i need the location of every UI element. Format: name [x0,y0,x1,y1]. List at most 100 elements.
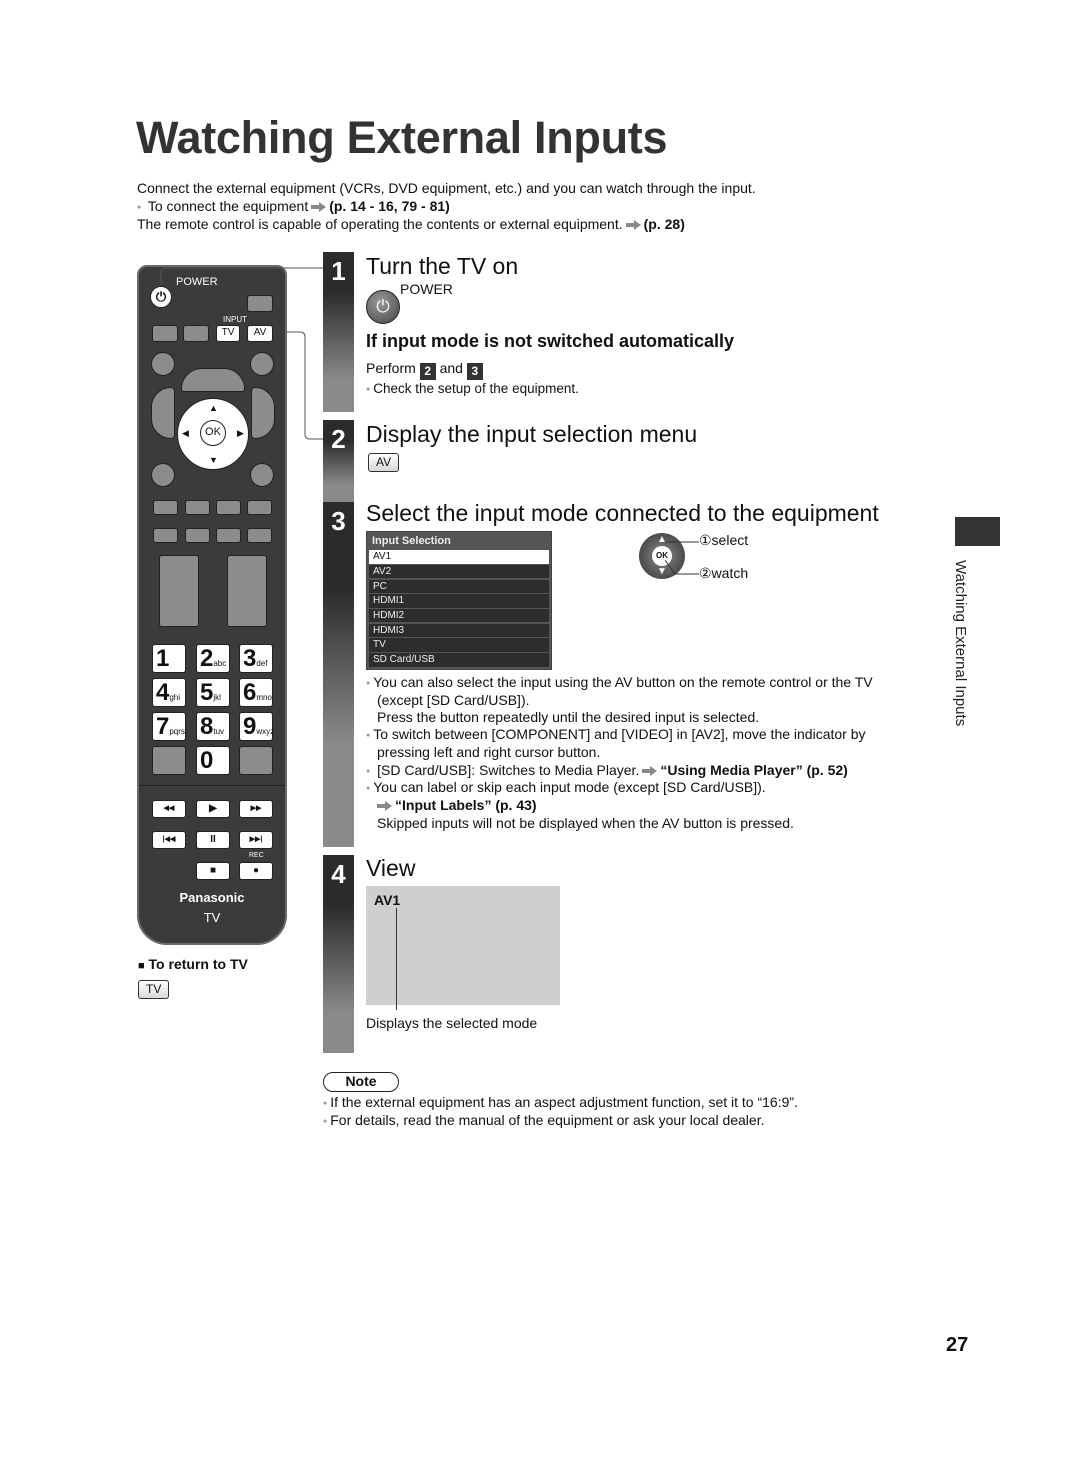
play-button[interactable]: ▶ [196,800,230,818]
step-ref-badge: 2 [419,363,436,380]
arrow-icon [642,766,657,776]
tv-key-icon: TV [138,980,170,999]
numpad-key-8[interactable]: 8tuv [196,712,230,741]
square-bullet-icon: ■ [138,960,145,972]
step-3-heading: Select the input mode connected to the e… [366,500,879,526]
page-number: 27 [946,1334,969,1356]
callout-select: ①select [699,532,749,548]
step-1-heading: Turn the TV on [366,253,519,279]
step-ref-badge: 3 [466,363,483,380]
menu-item-av1[interactable]: AV1 [369,550,549,564]
remote-button[interactable] [216,500,241,515]
view-caption: Displays the selected mode [366,1015,538,1031]
menu-item-hdmi3[interactable]: HDMI3 [369,623,549,638]
step-3-marker: 3 [323,502,354,847]
step-2-marker: 2 [323,420,354,502]
input-selection-menu: Input Selection AV1 AV2 PC HDMI1 HDMI2 H… [366,531,552,670]
stop-button[interactable]: ■ [196,862,230,880]
record-button[interactable]: ● [239,862,273,880]
arrow-icon [377,801,392,811]
callout-lines [160,267,325,440]
menu-title: Input Selection [372,535,451,547]
remote-button[interactable] [153,528,178,543]
note-item: If the external equipment has an aspect … [323,1094,798,1113]
down-arrow-icon[interactable]: ▼ [209,455,218,465]
skip-forward-button[interactable]: ▶▶| [239,831,273,849]
callout-watch: ②watch [699,565,749,581]
step-3-bullet: To switch between [COMPONENT] and [VIDEO… [366,726,865,745]
numpad-key-0[interactable]: 0 [196,746,230,775]
numpad-key-3[interactable]: 3def [239,644,273,673]
remote-button[interactable] [247,528,272,543]
section-tab-marker [955,517,1000,546]
remote-button[interactable] [216,528,241,543]
page-ref-link[interactable]: (p. 14 - 16, 79 - 81) [329,198,450,214]
callout-lines [665,541,699,575]
step-4-heading: View [366,855,416,881]
step-3-bullet: You can label or skip each input mode (e… [366,779,765,798]
av-key-icon: AV [368,453,400,472]
volume-rocker[interactable] [159,555,199,627]
remote-button[interactable] [152,746,186,775]
numpad-key-4[interactable]: 4ghi [152,678,186,707]
power-label: POWER [400,281,453,297]
perform-steps-text: Perform 2 and 3 [366,360,483,380]
remote-button[interactable] [239,746,273,775]
power-button-icon: ⏻ [366,290,400,324]
step-3-ref: “Input Labels” (p. 43) [374,797,537,815]
remote-round-button[interactable] [250,463,274,487]
numpad-key-9[interactable]: 9wxyz [239,712,274,741]
menu-item-av2[interactable]: AV2 [369,564,549,579]
menu-item-hdmi1[interactable]: HDMI1 [369,594,549,608]
step-2-heading: Display the input selection menu [366,421,698,447]
remote-button[interactable] [185,528,210,543]
remote-button[interactable] [185,500,210,515]
menu-item-pc[interactable]: PC [369,579,549,594]
page-ref-link[interactable]: “Input Labels” (p. 43) [395,797,537,813]
return-to-tv-heading: ■ To return to TV [138,956,248,972]
tv-screen-illustration: AV1 [366,886,560,1010]
arrow-icon [311,202,326,212]
page-ref-link[interactable]: “Using Media Player” (p. 52) [660,762,848,778]
numpad-key-2[interactable]: 2abc [196,644,230,673]
model-label: TV [203,910,221,925]
step-1-subheading: If input mode is not switched automatica… [366,331,735,351]
note-item: For details, read the manual of the equi… [323,1112,764,1131]
step-3-bullet-cont: pressing left and right cursor button. [377,744,601,760]
step-3-bullet: You can also select the input using the … [366,674,872,693]
intro-bullet: To connect the equipment(p. 14 - 16, 79 … [137,198,450,214]
skip-back-button[interactable]: |◀◀ [152,831,186,849]
step-4-marker: 4 [323,855,354,1053]
step-3-bullet-cont: Skipped inputs will not be displayed whe… [377,815,794,831]
numpad-key-5[interactable]: 5jkl [196,678,230,707]
step-3-bullet-cont: Press the button repeatedly until the de… [377,709,760,725]
numpad-key-6[interactable]: 6mno [239,678,273,707]
brand-logo: Panasonic [179,890,245,905]
step-1-bullet: Check the setup of the equipment. [366,380,579,399]
page-ref-link[interactable]: (p. 28) [644,216,685,232]
menu-item-hdmi2[interactable]: HDMI2 [369,608,549,623]
rewind-button[interactable]: ◀◀ [152,800,186,818]
fast-forward-button[interactable]: ▶▶ [239,800,273,818]
arrow-icon [626,220,641,230]
divider [139,785,285,786]
page-title: Watching External Inputs [136,112,668,163]
numpad-key-7[interactable]: 7pqrs [152,712,186,741]
remote-round-button[interactable] [151,463,175,487]
pause-button[interactable]: II [196,831,230,849]
remote-button[interactable] [153,500,178,515]
menu-item-tv[interactable]: TV [369,638,549,652]
screen-input-label: AV1 [374,892,401,908]
note-label: Note [323,1072,399,1092]
menu-item-sd-card-usb[interactable]: SD Card/USB [369,653,549,667]
channel-rocker[interactable] [227,555,267,627]
step-1-marker: 1 [323,252,354,412]
intro-remote-text: The remote control is capable of operati… [137,216,685,232]
numpad-key-1[interactable]: 1 [152,644,186,673]
remote-button[interactable] [247,500,272,515]
step-3-bullet-cont: (except [SD Card/USB]). [377,692,530,708]
rec-label: REC [249,852,264,859]
callout-line [396,908,397,1010]
side-section-label: Watching External Inputs [952,560,969,727]
step-3-bullet: [SD Card/USB]: Switches to Media Player.… [366,762,848,781]
